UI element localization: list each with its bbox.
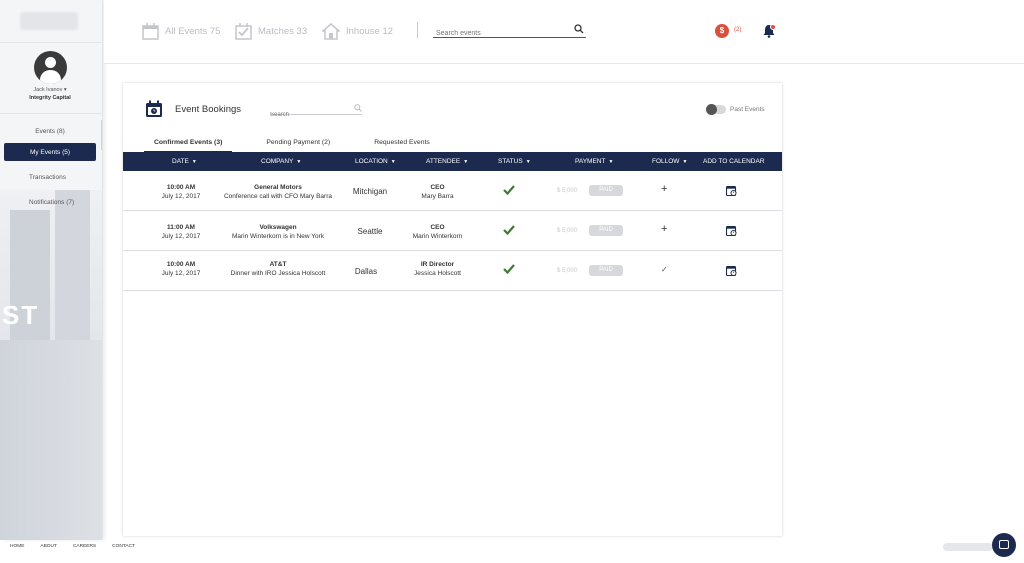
sidebar-divider bbox=[0, 42, 102, 43]
column-header-date[interactable]: DATE ▼ bbox=[172, 158, 197, 165]
past-events-toggle[interactable] bbox=[706, 104, 726, 115]
follow-button[interactable]: + bbox=[661, 223, 667, 235]
confirmed-check-icon bbox=[503, 185, 515, 195]
paid-badge: PAID bbox=[589, 265, 623, 276]
sidebar-divider bbox=[0, 113, 102, 114]
add-to-calendar-icon[interactable] bbox=[726, 225, 737, 236]
column-header-company[interactable]: COMPANY ▼ bbox=[261, 158, 301, 165]
avatar[interactable] bbox=[34, 51, 67, 84]
calendar-icon bbox=[142, 23, 159, 40]
date-cell: 10:00 AM July 12, 2017 bbox=[161, 261, 201, 277]
table-row[interactable]: 10:00 AM July 12, 2017 AT&T Dinner with IR… bbox=[123, 251, 782, 291]
stat-all-events[interactable]: All Events 75 bbox=[142, 23, 220, 40]
stat-matches-label: Matches 33 bbox=[258, 26, 308, 37]
add-to-calendar-icon[interactable] bbox=[726, 185, 737, 196]
footer-link-about[interactable]: ABOUT bbox=[40, 544, 57, 556]
past-events-label: Past Events bbox=[730, 106, 765, 113]
tab-requested-events[interactable]: Requested Events bbox=[364, 136, 440, 153]
stat-inhouse-label: Inhouse 12 bbox=[346, 26, 394, 37]
bookings-search-input[interactable] bbox=[270, 112, 350, 118]
table-row[interactable]: 11:00 AM July 12, 2017 Volkswagen Marin Wi… bbox=[123, 211, 782, 251]
confirmed-check-icon bbox=[503, 264, 515, 274]
footer-link-contact[interactable]: CONTACT bbox=[112, 544, 135, 556]
date-cell: 10:00 AM July 12, 2017 bbox=[161, 184, 201, 200]
sidebar-item-notifications[interactable]: Notifications (7) bbox=[4, 193, 96, 211]
location-cell: Dallas bbox=[354, 267, 378, 276]
booking-tabs: Confirmed Events (3) Pending Payment (2)… bbox=[144, 136, 464, 153]
add-to-calendar-icon[interactable] bbox=[726, 265, 737, 276]
page-title: Event Bookings bbox=[175, 104, 242, 115]
paid-badge: PAID bbox=[589, 185, 623, 196]
house-icon bbox=[322, 23, 340, 40]
column-header-status[interactable]: STATUS ▼ bbox=[498, 158, 531, 165]
sidebar: ST Jack Ivanov ▾ Integrity Capital Event… bbox=[0, 0, 103, 540]
location-cell: Seattle bbox=[357, 227, 383, 236]
attendee-cell: CEO Marin Winterkorn bbox=[412, 224, 463, 240]
search-events-input[interactable] bbox=[433, 30, 568, 37]
tab-confirmed-events[interactable]: Confirmed Events (3) bbox=[144, 136, 233, 153]
card-header: Event Bookings Past Events Confirmed Eve… bbox=[123, 83, 782, 153]
following-check-icon[interactable]: ✓ bbox=[661, 265, 668, 274]
company-cell: AT&T Dinner with IRO Jessica Holscott bbox=[230, 261, 326, 277]
confirmed-check-icon bbox=[503, 225, 515, 235]
company-cell: Volkswagen Marin Winterkorn is in New Yor… bbox=[231, 224, 325, 240]
paid-badge: PAID bbox=[589, 225, 623, 236]
topbar-separator bbox=[417, 22, 418, 38]
search-events-field[interactable] bbox=[433, 22, 586, 38]
payment-amount: $ 5,000 bbox=[557, 188, 578, 194]
search-icon[interactable] bbox=[574, 24, 584, 34]
search-icon[interactable] bbox=[354, 104, 362, 112]
sidebar-item-my-events[interactable]: My Events (5) bbox=[4, 143, 96, 161]
date-cell: 11:00 AM July 12, 2017 bbox=[161, 224, 201, 240]
sidebar-background-text: ST bbox=[2, 300, 40, 330]
footer-link-home[interactable]: HOME bbox=[10, 544, 24, 556]
column-header-payment[interactable]: PAYMENT ▼ bbox=[575, 158, 613, 165]
dollar-icon[interactable]: $ bbox=[715, 24, 729, 38]
column-header-attendee[interactable]: ATTENDEE ▼ bbox=[426, 158, 468, 165]
sidebar-item-transactions[interactable]: Transactions bbox=[4, 168, 96, 186]
company-cell: General Motors Conference call with CFO M… bbox=[223, 184, 332, 200]
table-row[interactable]: 10:00 AM July 12, 2017 General Motors Conf… bbox=[123, 171, 782, 211]
sidebar-item-events[interactable]: Events (8) bbox=[4, 122, 96, 140]
column-header-add-to-calendar: ADD TO CALENDAR bbox=[703, 158, 765, 165]
payment-alert-count[interactable]: (2) bbox=[734, 27, 741, 33]
event-bookings-card: Event Bookings Past Events Confirmed Eve… bbox=[123, 83, 782, 536]
user-name-dropdown[interactable]: Jack Ivanov ▾ bbox=[0, 87, 100, 93]
user-organization: Integrity Capital bbox=[29, 95, 71, 101]
footer-links: HOME ABOUT CAREERS CONTACT bbox=[0, 544, 141, 556]
column-header-location[interactable]: LOCATION ▼ bbox=[355, 158, 396, 165]
tab-pending-payment[interactable]: Pending Payment (2) bbox=[256, 136, 340, 153]
column-header-follow[interactable]: FOLLOW ▼ bbox=[652, 158, 687, 165]
stat-inhouse[interactable]: Inhouse 12 bbox=[322, 23, 393, 40]
top-bar: All Events 75 Matches 33 Inhouse 12 bbox=[104, 0, 1024, 64]
chat-icon[interactable] bbox=[992, 533, 1016, 557]
checkbox-icon bbox=[235, 23, 252, 40]
sidebar-scrollbar[interactable] bbox=[101, 120, 102, 150]
follow-button[interactable]: + bbox=[661, 183, 667, 195]
horizontal-scrollbar[interactable] bbox=[943, 543, 993, 551]
payment-amount: $ 5,000 bbox=[557, 228, 578, 234]
calendar-clock-icon bbox=[146, 100, 162, 117]
notification-dot bbox=[770, 24, 776, 30]
attendee-cell: CEO Mary Barra bbox=[421, 184, 454, 200]
stat-all-events-label: All Events 75 bbox=[165, 26, 221, 37]
payment-amount: $ 5,000 bbox=[557, 268, 578, 274]
stat-matches[interactable]: Matches 33 bbox=[235, 23, 307, 40]
app-logo[interactable] bbox=[20, 12, 78, 30]
sidebar-background-image bbox=[0, 190, 102, 540]
location-cell: Mitchigan bbox=[352, 187, 388, 196]
bookings-search-field[interactable] bbox=[270, 103, 362, 118]
footer-link-careers[interactable]: CAREERS bbox=[73, 544, 96, 556]
table-header: DATE ▼ COMPANY ▼ LOCATION ▼ ATTENDEE ▼ STATU… bbox=[123, 152, 782, 171]
attendee-cell: IR Director Jessica Holscott bbox=[414, 261, 461, 277]
